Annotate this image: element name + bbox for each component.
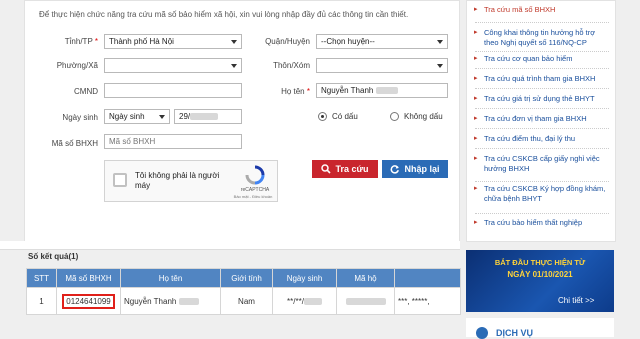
- recaptcha-brand: reCAPTCHA: [240, 187, 270, 193]
- sidebar-item-the-bhyt[interactable]: Tra cứu giá trị sử dụng thẻ BHYT: [474, 94, 611, 104]
- sidebar-item-nghi-quyet-116[interactable]: Công khai thông tin hưởng hỗ trợ theo Ng…: [474, 28, 611, 48]
- chevron-down-icon: [437, 64, 443, 68]
- sidebar-item-don-vi[interactable]: Tra cứu đơn vị tham gia BHXH: [474, 114, 611, 124]
- cell-bhxh: 0124641099: [56, 287, 121, 315]
- bhxh-highlight-box: 0124641099: [62, 293, 115, 309]
- service-icon: [476, 327, 488, 339]
- results-table: STT Mã số BHXH Họ tên Giới tính Ngày sin…: [26, 268, 461, 315]
- dob-type-select[interactable]: Ngày sinh: [104, 109, 170, 124]
- col-gender: Giới tính: [220, 268, 273, 288]
- fullname-input[interactable]: Nguyễn Thanh: [316, 83, 448, 98]
- chevron-down-icon: [231, 40, 237, 44]
- banner-line2: NGÀY 01/10/2021: [507, 270, 573, 279]
- col-dob: Ngày sinh: [272, 268, 337, 288]
- province-label: Tỉnh/TP *: [64, 37, 98, 46]
- accent-on-label: Có dấu: [332, 112, 358, 121]
- search-icon: [321, 164, 332, 174]
- sidebar-item-co-quan-bao-hiem[interactable]: Tra cứu cơ quan bảo hiểm: [474, 54, 611, 64]
- village-label: Thôn/Xóm: [273, 61, 310, 70]
- promo-banner[interactable]: BẮT ĐẦU THỰC HIỆN TỪ NGÀY 01/10/2021 Chi…: [466, 250, 614, 312]
- recaptcha-icon: [245, 165, 265, 185]
- bhxh-label: Mã số BHXH: [51, 139, 98, 148]
- col-stt: STT: [26, 268, 57, 288]
- ward-label: Phường/Xã: [56, 61, 98, 70]
- banner-detail-link[interactable]: Chi tiết >>: [558, 296, 594, 305]
- chevron-down-icon: [159, 115, 165, 119]
- sidebar-item-cskcb-hop-dong[interactable]: Tra cứu CSKCB Ký hợp đồng khám, chữa bện…: [474, 184, 611, 204]
- form-intro-text: Để thực hiện chức năng tra cứu mã số bảo…: [39, 10, 409, 19]
- dob-label: Ngày sinh: [62, 113, 98, 122]
- cell-stt: 1: [26, 287, 57, 315]
- results-count: Số kết quả(1): [28, 252, 79, 261]
- chevron-down-icon: [437, 40, 443, 44]
- fullname-label: Họ tên *: [281, 87, 310, 96]
- district-select[interactable]: --Chọn huyện--: [316, 34, 448, 49]
- col-name: Họ tên: [120, 268, 221, 288]
- accent-on-radio[interactable]: [318, 112, 327, 121]
- recaptcha-checkbox[interactable]: [113, 173, 127, 187]
- recaptcha-terms: Bảo mật - Điều khoản: [233, 194, 273, 199]
- cell-dob: **/**/: [272, 287, 337, 315]
- village-select[interactable]: [316, 58, 448, 73]
- col-household: Mã hộ: [336, 268, 395, 288]
- province-select[interactable]: Thành phố Hà Nội: [104, 34, 242, 49]
- id-number-input[interactable]: [104, 83, 242, 98]
- dob-input[interactable]: 29/: [174, 109, 242, 124]
- chevron-down-icon: [231, 64, 237, 68]
- accent-off-label: Không dấu: [404, 112, 443, 121]
- ward-select[interactable]: [104, 58, 242, 73]
- cell-address: ***, *****,: [394, 287, 461, 315]
- table-row: 1 0124641099 Nguyễn Thanh Nam **/**/ ***…: [26, 287, 461, 315]
- sidebar-item-ma-so-bhxh[interactable]: Tra cứu mã số BHXH: [474, 5, 611, 15]
- recaptcha-text: Tôi không phải là người máy: [135, 171, 220, 190]
- recaptcha-widget: Tôi không phải là người máy reCAPTCHA Bả…: [104, 160, 278, 202]
- district-label: Quận/Huyện: [265, 37, 310, 46]
- col-address: [394, 268, 461, 288]
- bhxh-input[interactable]: [104, 134, 242, 149]
- cell-gender: Nam: [220, 287, 273, 315]
- sidebar-item-that-nghiep[interactable]: Tra cứu bảo hiểm thất nghiệp: [474, 218, 611, 228]
- banner-line1: BẮT ĐẦU THỰC HIỆN TỪ: [494, 258, 586, 267]
- search-button[interactable]: Tra cứu: [312, 160, 378, 178]
- results-divider: [0, 241, 460, 250]
- refresh-icon: [391, 165, 400, 174]
- sidebar-item-cskcb-nghi-viec[interactable]: Tra cứu CSKCB cấp giấy nghỉ việc hưởng B…: [474, 154, 611, 174]
- reset-button[interactable]: Nhập lại: [382, 160, 448, 178]
- sidebar-item-diem-thu[interactable]: Tra cứu điểm thu, đại lý thu: [474, 134, 611, 144]
- accent-off-radio[interactable]: [390, 112, 399, 121]
- services-box: DỊCH VỤ: [466, 318, 614, 339]
- sidebar: Tra cứu mã số BHXH Công khai thông tin h…: [466, 0, 616, 242]
- cell-name: Nguyễn Thanh: [120, 287, 221, 315]
- col-bhxh: Mã số BHXH: [56, 268, 121, 288]
- sidebar-item-qua-trinh-tham-gia[interactable]: Tra cứu quá trình tham gia BHXH: [474, 74, 611, 84]
- cell-household: [336, 287, 395, 315]
- id-number-label: CMND: [74, 87, 98, 96]
- results-header-row: STT Mã số BHXH Họ tên Giới tính Ngày sin…: [26, 268, 461, 288]
